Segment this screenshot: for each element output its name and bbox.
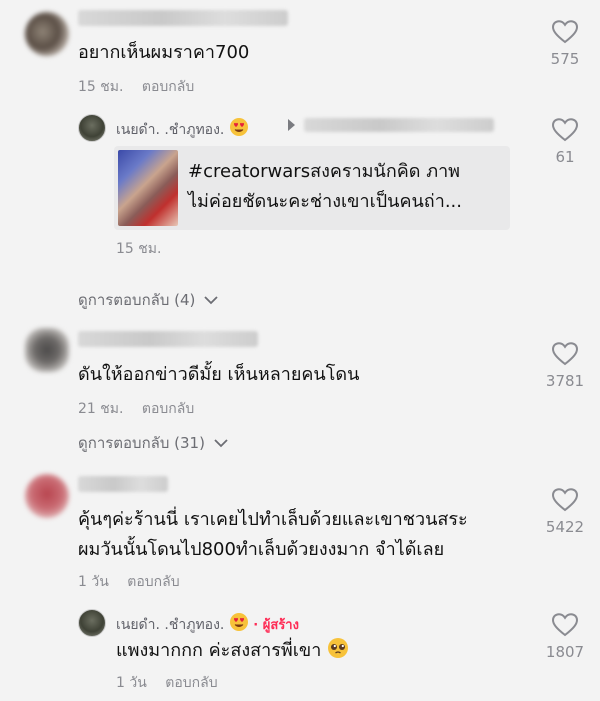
username-blurred[interactable] — [78, 331, 258, 347]
comment-time: 15 ชม. — [78, 79, 124, 95]
comment-text: ดันให้ออกข่าวดีมั้ย เห็นหลายคนโดน — [78, 364, 360, 385]
card-line-1: #creatorwarsสงครามนักคิด ภาพ — [188, 161, 461, 182]
reply-text: แพงมากกก ค่ะสงสารพี่เขา — [116, 637, 349, 664]
reply-button[interactable]: ตอบกลับ — [142, 401, 194, 417]
like-count: 61 — [555, 148, 575, 166]
heart-eyes-emoji-icon — [229, 118, 248, 136]
avatar[interactable] — [25, 12, 69, 56]
heart-icon — [551, 613, 579, 637]
reply-author[interactable]: เนยดำ. .ชำภูทอง. — [116, 117, 249, 141]
reply-meta: 1 วัน ตอบกลับ — [116, 672, 218, 694]
like-count: 5422 — [545, 518, 585, 536]
comment-meta: 15 ชม. ตอบกลับ — [78, 76, 194, 98]
reply-to-username-blurred[interactable] — [304, 118, 494, 132]
view-replies-button[interactable]: ดูการตอบกลับ (31) — [78, 431, 228, 455]
comment-text: อยากเห็นผมราคา700 — [78, 42, 250, 63]
like-count: 1807 — [545, 643, 585, 661]
video-reply-card[interactable]: #creatorwarsสงครามนักคิด ภาพ ไม่ค่อยชัดน… — [114, 146, 510, 230]
comment-text-line-1: คุ้นๆค่ะร้านนี่ เราเคยไปทำเล็บด้วยและเขา… — [78, 509, 468, 530]
video-thumbnail[interactable] — [118, 150, 178, 226]
heart-icon — [551, 488, 579, 512]
reply-author[interactable]: เนยดำ. .ชำภูทอง. · ผู้สร้าง — [116, 612, 299, 636]
like-button[interactable]: 1807 — [540, 613, 590, 661]
reply-to-arrow-icon — [288, 119, 295, 131]
username-blurred[interactable] — [78, 476, 168, 492]
comment-meta: 1 วัน ตอบกลับ — [78, 571, 180, 593]
heart-eyes-emoji-icon — [229, 613, 248, 631]
heart-icon — [551, 342, 579, 366]
chevron-down-icon — [204, 296, 218, 305]
like-button[interactable]: 5422 — [540, 488, 590, 536]
reply-button[interactable]: ตอบกลับ — [165, 675, 217, 691]
comment-time: 21 ชม. — [78, 401, 124, 417]
pleading-face-emoji-icon — [328, 638, 349, 658]
reply-time: 1 วัน — [116, 675, 147, 691]
comment-text-line-2: ผมวันนั้นโดนไป800ทำเล็บด้วยงงมาก จำได้เล… — [78, 539, 445, 560]
comment-time: 1 วัน — [78, 574, 109, 590]
avatar[interactable] — [25, 474, 69, 518]
chevron-down-icon — [214, 439, 228, 448]
comment-meta: 21 ชม. ตอบกลับ — [78, 398, 194, 420]
reply-time: 15 ชม. — [116, 241, 162, 257]
like-button[interactable]: 575 — [540, 20, 590, 68]
reply-button[interactable]: ตอบกลับ — [127, 574, 179, 590]
card-line-2: ไม่ค่อยชัดนะคะช่างเขาเป็นคนถ่า... — [188, 191, 462, 212]
like-button[interactable]: 61 — [540, 118, 590, 166]
reply-button[interactable]: ตอบกลับ — [142, 79, 194, 95]
username-blurred[interactable] — [78, 10, 288, 26]
view-replies-button[interactable]: ดูการตอบกลับ (4) — [78, 288, 218, 312]
heart-icon — [551, 20, 579, 44]
heart-icon — [551, 118, 579, 142]
creator-badge: · ผู้สร้าง — [253, 618, 299, 633]
like-count: 575 — [550, 50, 580, 68]
like-count: 3781 — [545, 372, 585, 390]
reply-avatar[interactable] — [78, 114, 106, 142]
avatar[interactable] — [25, 328, 69, 372]
reply-avatar[interactable] — [78, 609, 106, 637]
like-button[interactable]: 3781 — [540, 342, 590, 390]
